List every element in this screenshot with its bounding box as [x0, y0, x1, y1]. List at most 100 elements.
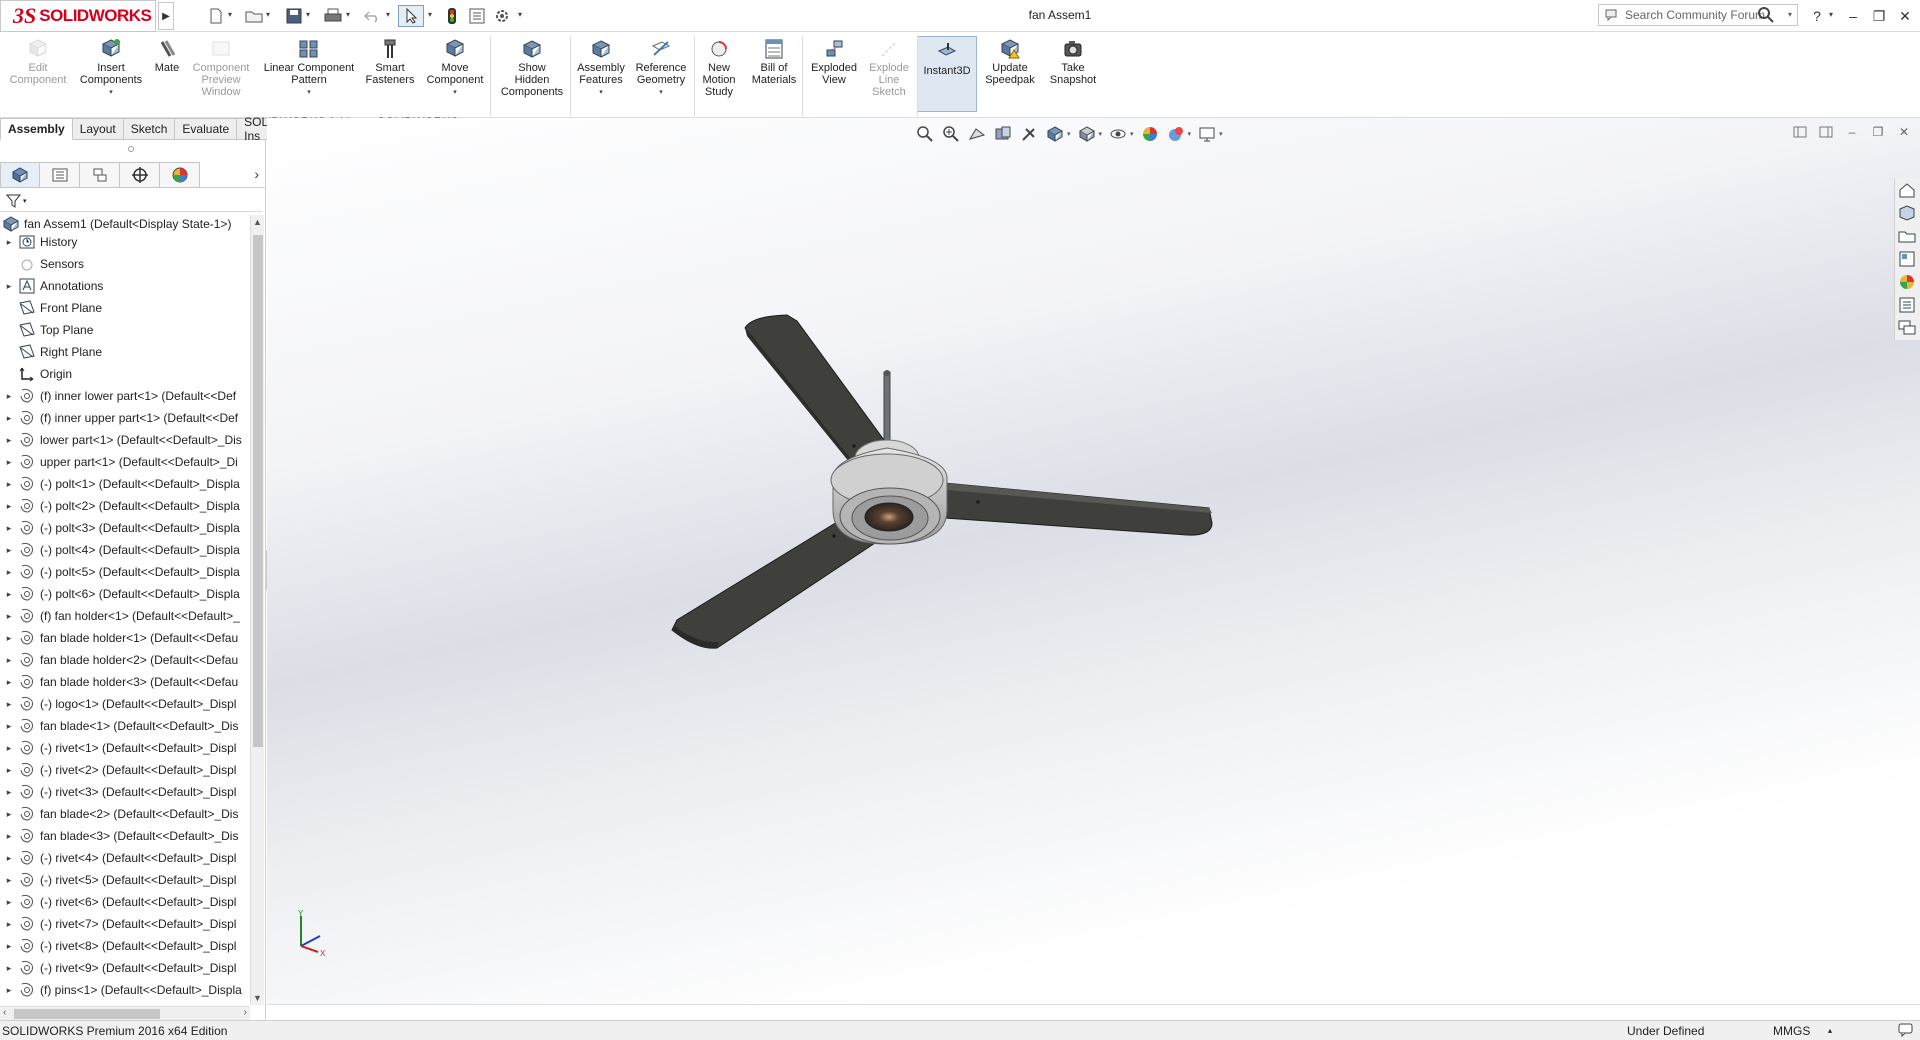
print-dropdown-icon[interactable]: ▾	[346, 10, 350, 19]
tree-item[interactable]: ▸ (f) inner lower part<1> (Default<<Def	[0, 387, 248, 405]
tree-item[interactable]: ▸ (-) rivet<9> (Default<<Default>_Displ	[0, 959, 248, 977]
new-dropdown-icon[interactable]: ▾	[228, 10, 232, 19]
options-icon[interactable]	[492, 6, 512, 26]
reference-geometry-command[interactable]: Reference Geometry ▾	[630, 38, 692, 99]
exploded-view-command[interactable]: Exploded View	[804, 38, 864, 86]
mate-command[interactable]: Mate	[149, 38, 185, 74]
tree-item[interactable]: Front Plane	[0, 299, 248, 317]
expand-arrow-icon[interactable]: ▸	[0, 743, 18, 754]
tab-layout[interactable]: Layout	[72, 118, 124, 140]
expand-arrow-icon[interactable]: ▸	[0, 831, 18, 842]
tree-item[interactable]: ▸ (-) polt<3> (Default<<Default>_Displa	[0, 519, 248, 537]
expand-arrow-icon[interactable]: ▸	[0, 875, 18, 886]
scroll-left-icon[interactable]: ‹	[3, 1007, 6, 1018]
panel-grip[interactable]	[128, 146, 134, 152]
component-preview-command[interactable]: Component Preview Window	[186, 38, 256, 98]
rebuild-icon[interactable]	[444, 6, 460, 26]
tree-item[interactable]: ▸ History	[0, 233, 248, 251]
tree-item[interactable]: ▸ (f) inner upper part<1> (Default<<Def	[0, 409, 248, 427]
tree-item[interactable]: ▸ (f) pins<1> (Default<<Default>_Displa	[0, 981, 248, 999]
scroll-up-icon[interactable]: ▲	[253, 217, 262, 227]
comments-icon[interactable]	[1898, 1023, 1914, 1040]
tree-item[interactable]: ▸ (-) polt<5> (Default<<Default>_Displa	[0, 563, 248, 581]
tree-item[interactable]: ▸ (-) rivet<2> (Default<<Default>_Displ	[0, 761, 248, 779]
expand-arrow-icon[interactable]: ▸	[0, 413, 18, 424]
show-hidden-command[interactable]: Show Hidden Components	[494, 38, 570, 98]
tree-item[interactable]: ▸ fan blade holder<2> (Default<<Defau	[0, 651, 248, 669]
search-icon[interactable]	[1757, 6, 1775, 27]
expand-arrow-icon[interactable]: ▸	[0, 281, 18, 292]
tree-item[interactable]: ▸ (-) polt<1> (Default<<Default>_Displa	[0, 475, 248, 493]
command-dropdown-icon[interactable]: ▾	[599, 87, 603, 99]
tree-item[interactable]: ▸ fan blade<1> (Default<<Default>_Dis	[0, 717, 248, 735]
tree-item[interactable]: ▸ Annotations	[0, 277, 248, 295]
save-dropdown-icon[interactable]: ▾	[306, 10, 310, 19]
open-icon[interactable]	[244, 6, 264, 26]
tree-item[interactable]: ▸ (-) rivet<3> (Default<<Default>_Displ	[0, 783, 248, 801]
edit-component-command[interactable]: Edit Component	[3, 38, 73, 86]
unit-system-dropdown-icon[interactable]: ▴	[1828, 1026, 1832, 1035]
assembly-features-command[interactable]: Assembly Features ▾	[571, 38, 631, 99]
restore-button[interactable]: ❐	[1868, 5, 1890, 27]
display-manager-tab-icon[interactable]	[160, 162, 200, 188]
expand-arrow-icon[interactable]: ▸	[0, 435, 18, 446]
graphics-area[interactable]: ▾ ▾ ▾ ▾ ▾ – ❐ ✕ Y X	[267, 118, 1920, 1004]
tree-vertical-scrollbar[interactable]: ▲ ▼	[250, 215, 264, 1005]
scroll-right-icon[interactable]: ›	[244, 1007, 247, 1018]
expand-arrow-icon[interactable]: ▸	[0, 809, 18, 820]
expand-arrow-icon[interactable]: ▸	[0, 985, 18, 996]
expand-arrow-icon[interactable]: ▸	[0, 523, 18, 534]
insert-components-command[interactable]: Insert Components ▾	[73, 38, 149, 99]
expand-arrow-icon[interactable]: ▸	[0, 677, 18, 688]
tab-evaluate[interactable]: Evaluate	[175, 118, 238, 140]
tree-item[interactable]: ▸ fan blade<2> (Default<<Default>_Dis	[0, 805, 248, 823]
select-icon[interactable]	[398, 5, 424, 27]
solidworks-logo[interactable]: 3S SOLIDWORKS	[0, 0, 156, 32]
tab-sketch[interactable]: Sketch	[123, 118, 176, 140]
expand-arrow-icon[interactable]: ▸	[0, 611, 18, 622]
expand-arrow-icon[interactable]: ▸	[0, 655, 18, 666]
new-icon[interactable]	[206, 6, 226, 26]
expand-arrow-icon[interactable]: ▸	[0, 545, 18, 556]
unit-system-selector[interactable]: MMGS	[1773, 1024, 1810, 1038]
tree-root-assembly[interactable]: fan Assem1 (Default<Display State-1>)	[2, 215, 231, 233]
options-dropdown-icon[interactable]: ▾	[518, 10, 522, 19]
tree-item[interactable]: ▸ (-) rivet<8> (Default<<Default>_Displ	[0, 937, 248, 955]
expand-arrow-icon[interactable]: ▸	[0, 391, 18, 402]
scroll-down-icon[interactable]: ▼	[253, 993, 262, 1003]
tree-item[interactable]: ▸ (-) polt<2> (Default<<Default>_Displa	[0, 497, 248, 515]
minimize-button[interactable]: –	[1842, 5, 1864, 27]
expand-arrow-icon[interactable]: ▸	[0, 457, 18, 468]
configuration-manager-tab-icon[interactable]	[80, 162, 120, 188]
expand-menu-arrow-icon[interactable]: ▶	[158, 2, 174, 30]
tree-item[interactable]: ▸ upper part<1> (Default<<Default>_Di	[0, 453, 248, 471]
tree-horizontal-scrollbar[interactable]: ‹ ›	[0, 1006, 250, 1020]
expand-arrow-icon[interactable]: ▸	[0, 567, 18, 578]
close-button[interactable]: ✕	[1894, 5, 1916, 27]
expand-arrow-icon[interactable]: ▸	[0, 589, 18, 600]
undo-icon[interactable]	[362, 6, 382, 26]
print-icon[interactable]	[322, 6, 344, 26]
filter-icon[interactable]	[6, 193, 22, 209]
tree-filter[interactable]: ▾	[0, 190, 262, 212]
command-dropdown-icon[interactable]: ▾	[109, 87, 113, 99]
tree-item[interactable]: Right Plane	[0, 343, 248, 361]
smart-fasteners-command[interactable]: Smart Fasteners	[360, 38, 420, 86]
save-icon[interactable]	[284, 6, 304, 26]
bom-command[interactable]: Bill of Materials	[746, 38, 802, 86]
help-icon[interactable]: ?	[1806, 5, 1828, 27]
expand-arrow-icon[interactable]: ▸	[0, 633, 18, 644]
tree-item[interactable]: ▸ fan blade holder<3> (Default<<Defau	[0, 673, 248, 691]
select-dropdown-icon[interactable]: ▾	[428, 10, 432, 19]
expand-arrow-icon[interactable]: ▸	[0, 941, 18, 952]
expand-arrow-icon[interactable]: ▸	[0, 765, 18, 776]
command-dropdown-icon[interactable]: ▾	[453, 87, 457, 99]
hscroll-thumb[interactable]	[14, 1009, 160, 1019]
expand-arrow-icon[interactable]: ▸	[0, 501, 18, 512]
tree-item[interactable]: ▸ (-) rivet<1> (Default<<Default>_Displ	[0, 739, 248, 757]
move-component-command[interactable]: Move Component ▾	[418, 38, 492, 99]
tree-item[interactable]: ▸ (-) polt<6> (Default<<Default>_Displa	[0, 585, 248, 603]
search-community-input[interactable]: Search Community Forum ▾	[1598, 4, 1798, 26]
instant3d-command[interactable]: Instant3D	[917, 36, 977, 112]
expand-arrow-icon[interactable]: ▸	[0, 897, 18, 908]
